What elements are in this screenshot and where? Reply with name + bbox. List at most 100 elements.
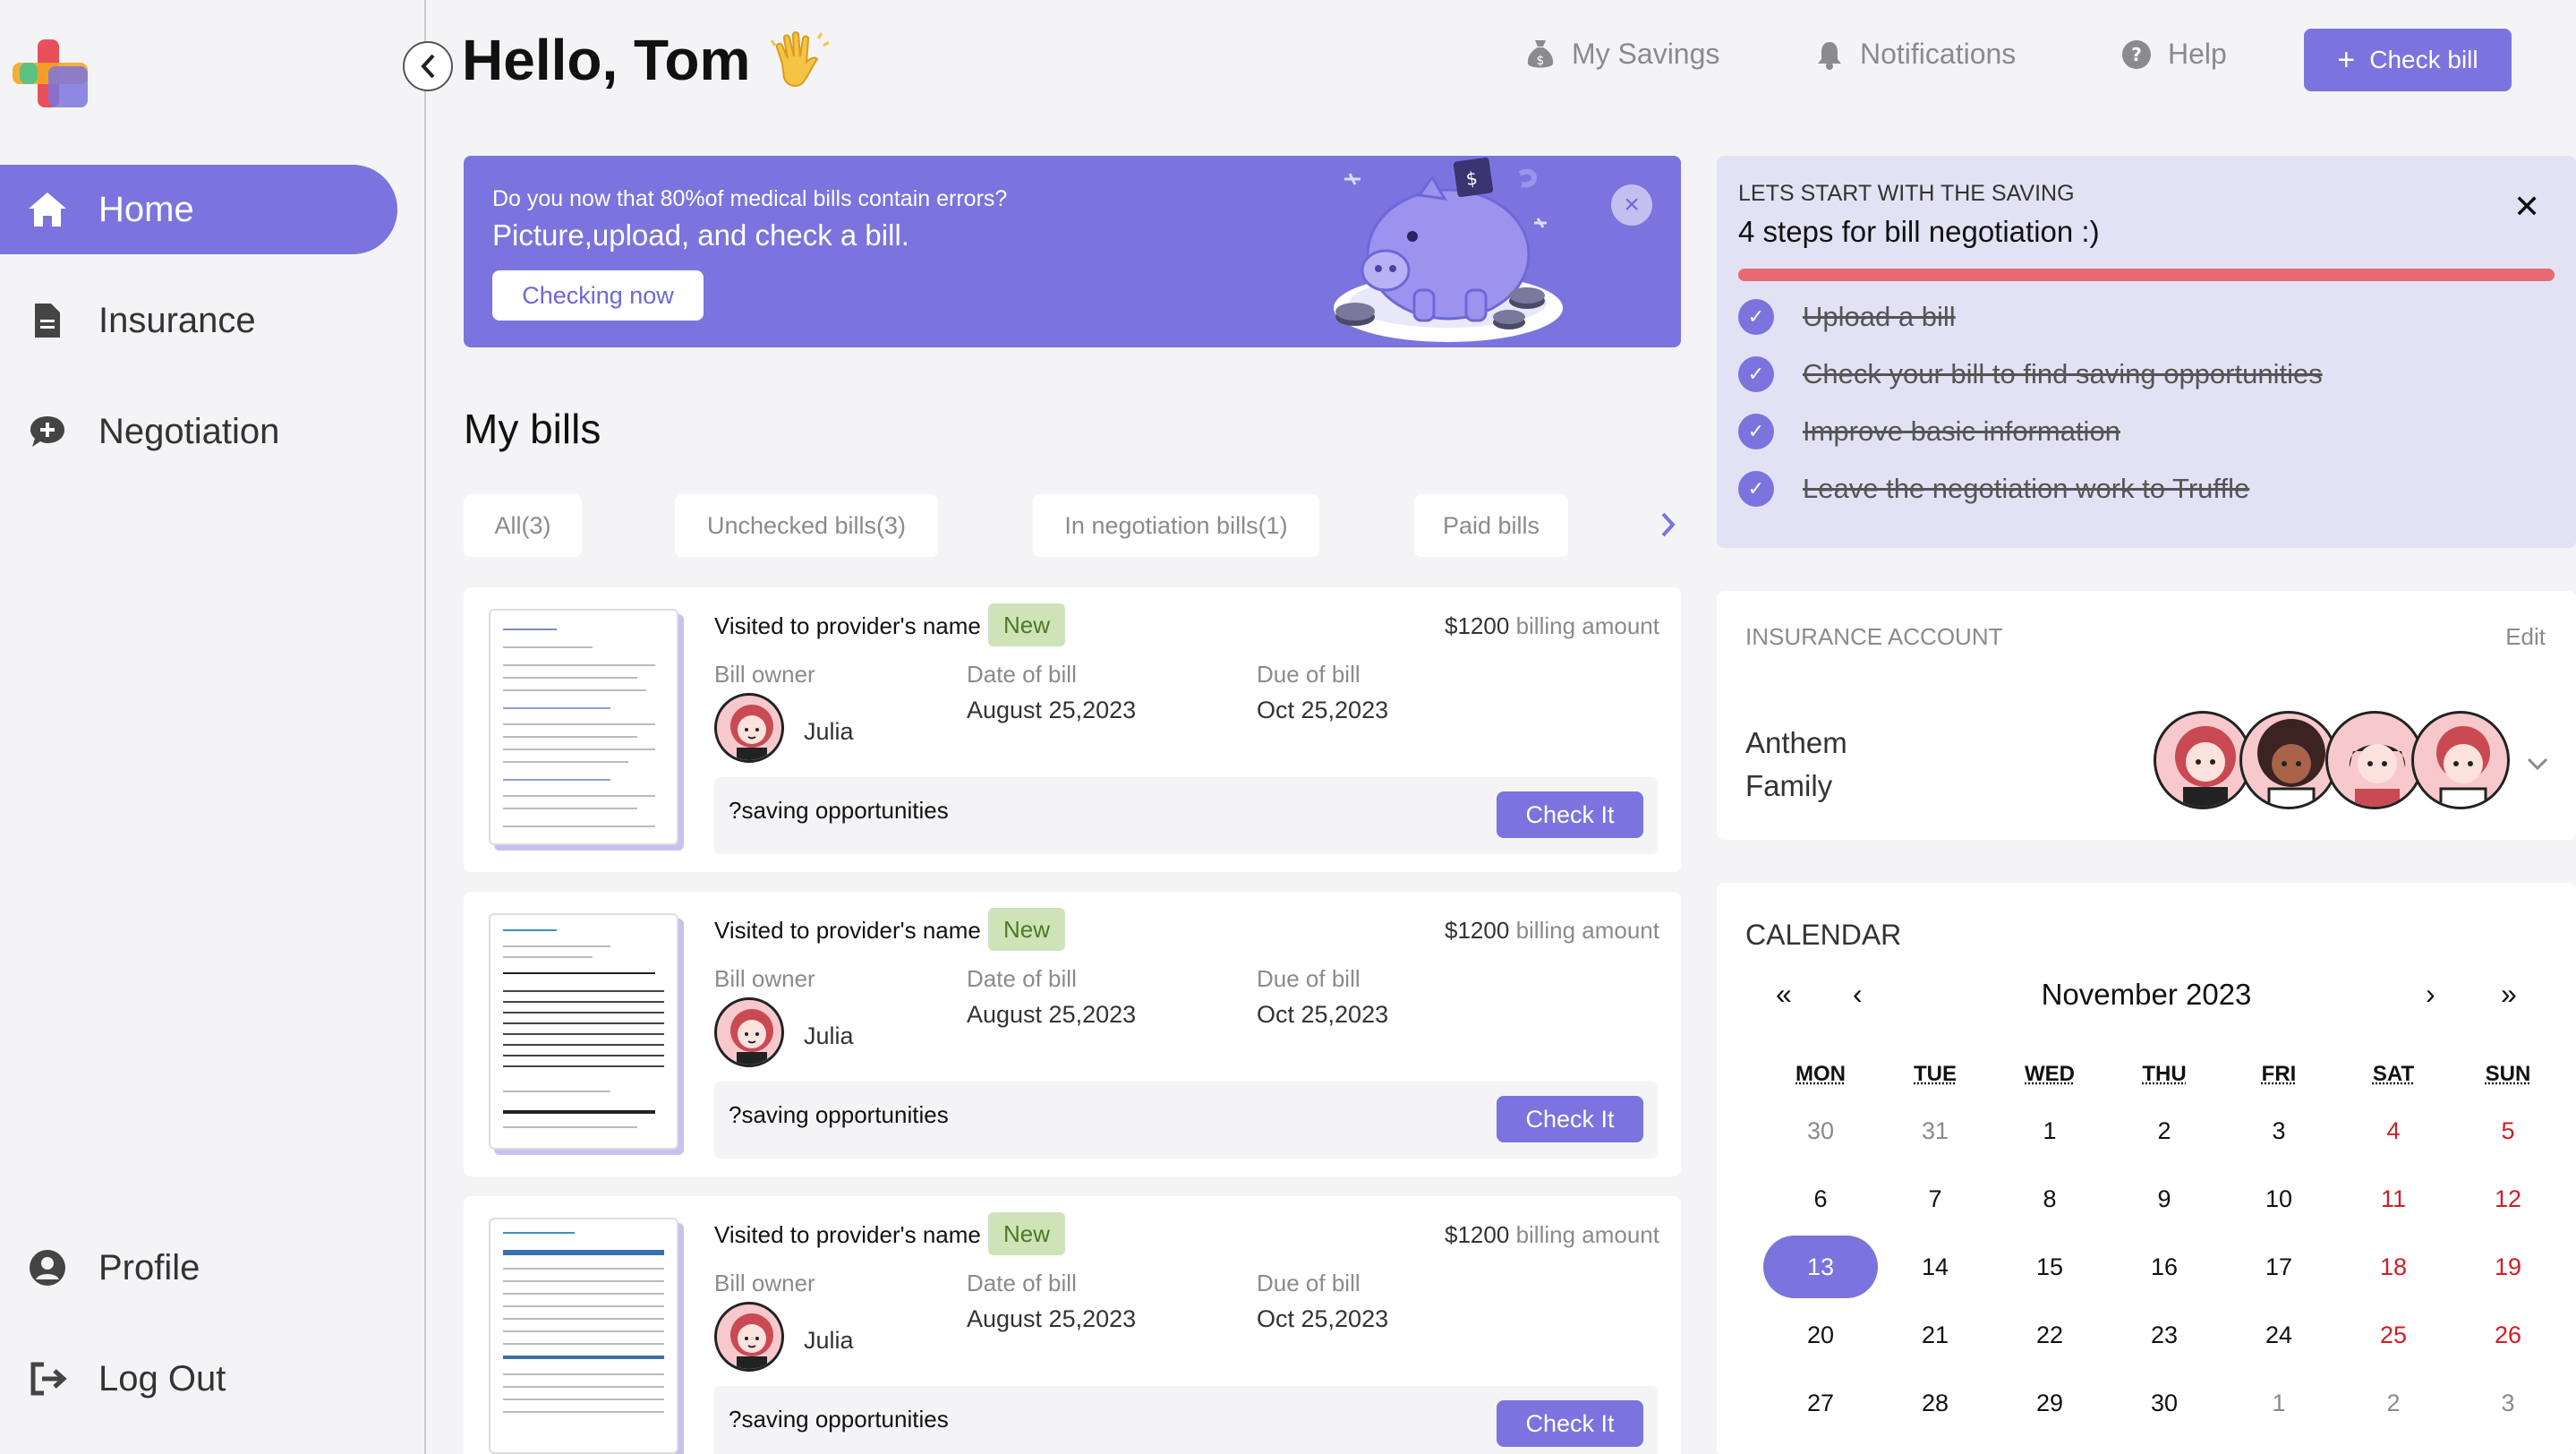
calendar-day[interactable]: 30 bbox=[1763, 1099, 1878, 1162]
sidebar-item-profile[interactable]: Profile bbox=[0, 1223, 397, 1313]
amount-value: $1200 bbox=[1445, 612, 1509, 639]
calendar-day[interactable]: 9 bbox=[2107, 1167, 2222, 1230]
calendar-day[interactable]: 30 bbox=[2107, 1372, 2222, 1434]
bill-thumbnail[interactable] bbox=[489, 609, 678, 845]
calendar-day[interactable]: 2 bbox=[2336, 1372, 2451, 1434]
weekday-header: TUE bbox=[1878, 1062, 1992, 1087]
member-avatar[interactable] bbox=[2239, 711, 2338, 809]
calendar-day[interactable]: 3 bbox=[2451, 1372, 2565, 1434]
sidebar: Home Insurance Negotiation Profile Log O… bbox=[0, 0, 426, 1454]
bill-thumbnail[interactable] bbox=[489, 1218, 678, 1454]
banner-close-button[interactable]: × bbox=[1611, 184, 1652, 226]
calendar-day[interactable]: 16 bbox=[2107, 1236, 2222, 1298]
saving-opportunities-text: ?saving opportunities bbox=[729, 1406, 949, 1433]
check-bill-button[interactable]: + Check bill bbox=[2304, 29, 2512, 91]
sidebar-item-logout[interactable]: Log Out bbox=[0, 1334, 397, 1424]
step-label: Upload a bill bbox=[1803, 301, 1956, 333]
bill-card[interactable]: Visited to provider's name New $1200 bil… bbox=[464, 892, 1681, 1176]
next-year-button[interactable]: » bbox=[2501, 978, 2517, 1011]
sidebar-collapse-button[interactable] bbox=[403, 41, 453, 91]
help-icon: ? bbox=[2121, 39, 2152, 70]
step-item[interactable]: ✓ Improve basic information bbox=[1738, 414, 2120, 449]
checking-now-button[interactable]: Checking now bbox=[492, 270, 704, 321]
calendar-day[interactable]: 20 bbox=[1763, 1304, 1878, 1366]
bill-thumbnail[interactable] bbox=[489, 913, 678, 1150]
saving-opportunities-text: ?saving opportunities bbox=[729, 797, 949, 825]
expand-members-button[interactable] bbox=[2526, 748, 2549, 777]
calendar-day[interactable]: 10 bbox=[2222, 1167, 2336, 1230]
prev-month-button[interactable]: ‹ bbox=[1853, 978, 1863, 1011]
sidebar-item-label: Insurance bbox=[98, 301, 256, 341]
step-item[interactable]: ✓ Check your bill to find saving opportu… bbox=[1738, 356, 2323, 392]
help-link[interactable]: ? Help bbox=[2121, 38, 2227, 71]
calendar-day[interactable]: 19 bbox=[2451, 1236, 2565, 1298]
step-item[interactable]: ✓ Leave the negotiation work to Truffle bbox=[1738, 471, 2249, 507]
steps-title: 4 steps for bill negotiation :) bbox=[1738, 215, 2100, 249]
step-label: Leave the negotiation work to Truffle bbox=[1803, 473, 2249, 505]
calendar-day[interactable]: 15 bbox=[1992, 1236, 2107, 1298]
calendar-day[interactable]: 2 bbox=[2107, 1099, 2222, 1162]
check-it-button[interactable]: Check It bbox=[1497, 1400, 1643, 1447]
insurance-edit-link[interactable]: Edit bbox=[2505, 623, 2546, 651]
check-it-button[interactable]: Check It bbox=[1497, 1096, 1643, 1142]
tab-in-negotiation[interactable]: In negotiation bills(1) bbox=[1033, 494, 1319, 557]
member-avatar[interactable] bbox=[2154, 711, 2252, 809]
bill-card[interactable]: Visited to provider's name New $1200 bil… bbox=[464, 587, 1681, 872]
calendar-day[interactable]: 5 bbox=[2451, 1099, 2565, 1162]
calendar-day[interactable]: 11 bbox=[2336, 1167, 2451, 1230]
status-badge: New bbox=[988, 1212, 1065, 1255]
bill-card[interactable]: Visited to provider's name New $1200 bil… bbox=[464, 1196, 1681, 1454]
tab-all[interactable]: All(3) bbox=[464, 494, 582, 557]
calendar-day[interactable]: 7 bbox=[1878, 1167, 1992, 1230]
calendar-day[interactable]: 31 bbox=[1878, 1099, 1992, 1162]
calendar-day[interactable]: 13 bbox=[1763, 1236, 1878, 1298]
my-savings-link[interactable]: $ My Savings bbox=[1525, 38, 1719, 71]
avatar bbox=[714, 997, 784, 1067]
calendar-day[interactable]: 27 bbox=[1763, 1372, 1878, 1434]
my-bills-title: My bills bbox=[464, 405, 601, 453]
calendar-day[interactable]: 14 bbox=[1878, 1236, 1992, 1298]
chevron-left-icon bbox=[419, 53, 437, 80]
close-icon: ✕ bbox=[2513, 188, 2540, 225]
calendar-day[interactable]: 21 bbox=[1878, 1304, 1992, 1366]
tab-unchecked[interactable]: Unchecked bills(3) bbox=[675, 494, 938, 557]
tabs-next-button[interactable] bbox=[1659, 509, 1677, 546]
calendar-day[interactable]: 26 bbox=[2451, 1304, 2565, 1366]
app-logo[interactable] bbox=[13, 39, 88, 107]
calendar-day[interactable]: 1 bbox=[2222, 1372, 2336, 1434]
calendar-day[interactable]: 23 bbox=[2107, 1304, 2222, 1366]
calendar-day[interactable]: 29 bbox=[1992, 1372, 2107, 1434]
notifications-link[interactable]: Notifications bbox=[1815, 38, 2016, 71]
member-avatar[interactable] bbox=[2411, 711, 2510, 809]
steps-close-button[interactable]: ✕ bbox=[2513, 188, 2540, 226]
sidebar-item-label: Home bbox=[98, 190, 194, 230]
sidebar-item-insurance[interactable]: Insurance bbox=[0, 276, 397, 365]
calendar-day[interactable]: 12 bbox=[2451, 1167, 2565, 1230]
bill-date-label: Date of bill bbox=[967, 661, 1077, 689]
amount-value: $1200 bbox=[1445, 1221, 1509, 1248]
calendar-day[interactable]: 22 bbox=[1992, 1304, 2107, 1366]
check-it-button[interactable]: Check It bbox=[1497, 791, 1643, 838]
calendar-day[interactable]: 1 bbox=[1992, 1099, 2107, 1162]
tab-paid[interactable]: Paid bills bbox=[1414, 494, 1568, 557]
step-item[interactable]: ✓ Upload a bill bbox=[1738, 299, 1956, 335]
calendar-day[interactable]: 6 bbox=[1763, 1167, 1878, 1230]
calendar-day[interactable]: 8 bbox=[1992, 1167, 2107, 1230]
next-month-button[interactable]: › bbox=[2426, 978, 2435, 1011]
calendar-day[interactable]: 17 bbox=[2222, 1236, 2336, 1298]
status-badge: New bbox=[988, 603, 1065, 646]
calendar-day[interactable]: 25 bbox=[2336, 1304, 2451, 1366]
weekday-header: SAT bbox=[2336, 1062, 2451, 1087]
calendar-day[interactable]: 28 bbox=[1878, 1372, 1992, 1434]
provider-name: Visited to provider's name bbox=[714, 612, 981, 640]
member-avatar[interactable] bbox=[2325, 711, 2424, 809]
bill-owner-name: Julia bbox=[804, 1022, 854, 1050]
sidebar-item-label: Profile bbox=[98, 1248, 200, 1288]
sidebar-item-home[interactable]: Home bbox=[0, 165, 397, 254]
calendar-day[interactable]: 18 bbox=[2336, 1236, 2451, 1298]
calendar-day[interactable]: 24 bbox=[2222, 1304, 2336, 1366]
calendar-day[interactable]: 4 bbox=[2336, 1099, 2451, 1162]
sidebar-item-negotiation[interactable]: Negotiation bbox=[0, 387, 397, 476]
prev-year-button[interactable]: « bbox=[1776, 978, 1792, 1011]
calendar-day[interactable]: 3 bbox=[2222, 1099, 2336, 1162]
